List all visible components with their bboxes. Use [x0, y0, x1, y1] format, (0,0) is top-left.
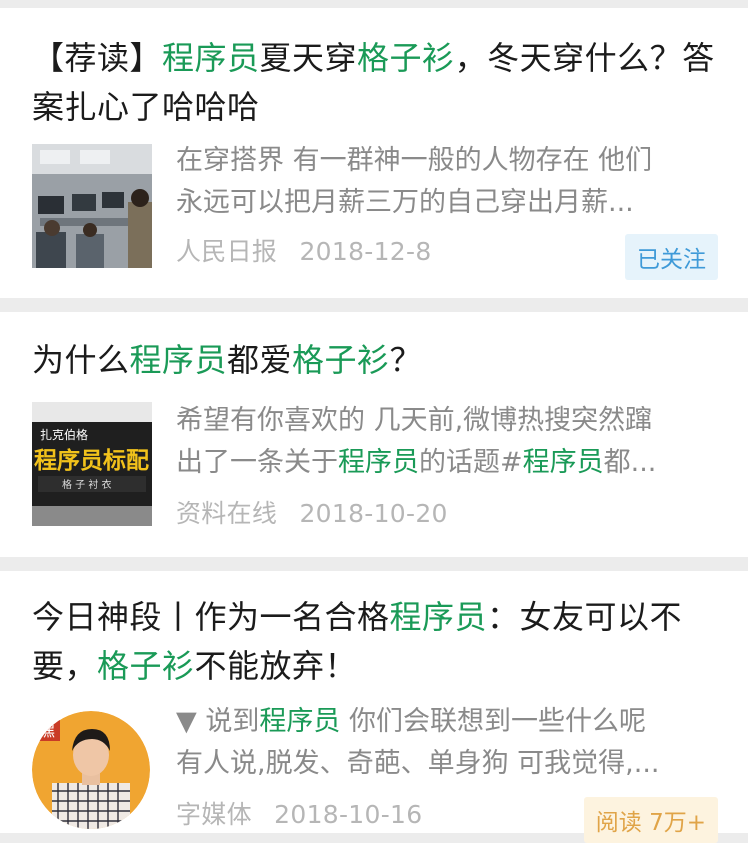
- keyword-highlight: 程序员: [338, 447, 419, 478]
- keyword-highlight: 程序员: [162, 39, 260, 77]
- article-summary: ▼ 说到程序员 你们会联想到一些什么呢 有人说,脱发、奇葩、单身狗 可我觉得,.…: [176, 701, 718, 785]
- article-title[interactable]: 【荐读】程序员夏天穿格子衫，冬天穿什么？答案扎心了哈哈哈: [32, 34, 718, 132]
- keyword-highlight: 程序员: [259, 706, 341, 737]
- keyword-highlight: 程序员: [129, 341, 228, 379]
- article-thumbnail-plaid-shirt[interactable]: 扎克伯格 程序员标配 格 子 衬 衣: [32, 402, 152, 526]
- text-segment: 不能放弃！: [194, 647, 358, 685]
- keyword-highlight: 格子衫: [357, 39, 455, 77]
- text-segment: 都...: [603, 447, 657, 478]
- article-thumbnail-avatar[interactable]: 嘿: [32, 711, 150, 829]
- keyword-highlight: 格子衫: [97, 647, 195, 685]
- article-meta: 人民日报 2018-12-8: [176, 232, 432, 268]
- article-summary: 希望有你喜欢的 几天前,微博热搜突然蹿 出了一条关于程序员的话题#程序员都...: [176, 400, 718, 484]
- read-count-badge: 阅读 7万+: [583, 797, 718, 843]
- search-result-feed: 【荐读】程序员夏天穿格子衫，冬天穿什么？答案扎心了哈哈哈 在穿搭界 有一群神一般…: [0, 0, 748, 843]
- article-title[interactable]: 为什么程序员都爱格子衫？: [32, 336, 718, 385]
- text-segment: 有人说,脱发、奇葩、单身狗 可我觉得,...: [176, 748, 660, 779]
- thumbnail-subtitle: 格 子 衬 衣: [62, 478, 112, 491]
- article-date: 2018-10-16: [274, 800, 423, 829]
- text-segment: 【荐读】: [32, 39, 163, 77]
- article-source[interactable]: 人民日报: [176, 237, 277, 266]
- thumbnail-tag: 嘿: [38, 721, 55, 741]
- article-source[interactable]: 资料在线: [176, 499, 277, 528]
- article-meta: 字媒体 2018-10-16: [176, 795, 422, 831]
- text-segment: 永远可以把月薪三万的自己穿出月薪...: [176, 187, 634, 218]
- article-card-1[interactable]: 【荐读】程序员夏天穿格子衫，冬天穿什么？答案扎心了哈哈哈 在穿搭界 有一群神一般…: [0, 8, 748, 298]
- article-meta: 资料在线 2018-10-20: [176, 494, 448, 530]
- text-segment: 希望有你喜欢的 几天前,微博热搜突然蹿: [176, 405, 653, 436]
- article-source[interactable]: 字媒体: [176, 800, 252, 829]
- text-segment: 今日神段丨作为一名合格: [32, 598, 390, 636]
- text-segment: 为什么: [32, 341, 130, 379]
- thumbnail-title: 程序员标配: [34, 447, 149, 474]
- article-card-3[interactable]: 今日神段丨作为一名合格程序员：女友可以不要，格子衫不能放弃！ 嘿 ▼ 说到程序员…: [0, 571, 748, 843]
- text-segment: 出了一条关于: [176, 447, 338, 478]
- text-segment: ？: [389, 341, 423, 379]
- text-segment: ▼ 说到: [176, 706, 260, 737]
- text-segment: 都爱: [227, 341, 293, 379]
- text-segment: 的话题#: [419, 447, 523, 478]
- article-card-2[interactable]: 为什么程序员都爱格子衫？ 扎克伯格 程序员标配 格 子 衬 衣 希望有你喜欢的 …: [0, 312, 748, 557]
- followed-badge: 已关注: [625, 234, 718, 280]
- article-title[interactable]: 今日神段丨作为一名合格程序员：女友可以不要，格子衫不能放弃！: [32, 593, 718, 691]
- keyword-highlight: 格子衫: [292, 341, 390, 379]
- article-date: 2018-12-8: [299, 237, 432, 266]
- text-segment: 在穿搭界 有一群神一般的人物存在 他们: [176, 145, 653, 176]
- article-summary: 在穿搭界 有一群神一般的人物存在 他们 永远可以把月薪三万的自己穿出月薪...: [176, 140, 718, 224]
- text-segment: 夏天穿: [259, 39, 358, 77]
- text-segment: 你们会联想到一些什么呢: [340, 706, 646, 737]
- article-thumbnail-office[interactable]: [32, 144, 152, 268]
- keyword-highlight: 程序员: [389, 598, 488, 636]
- article-date: 2018-10-20: [299, 499, 448, 528]
- thumbnail-label: 扎克伯格: [40, 427, 88, 442]
- keyword-highlight: 程序员: [522, 447, 604, 478]
